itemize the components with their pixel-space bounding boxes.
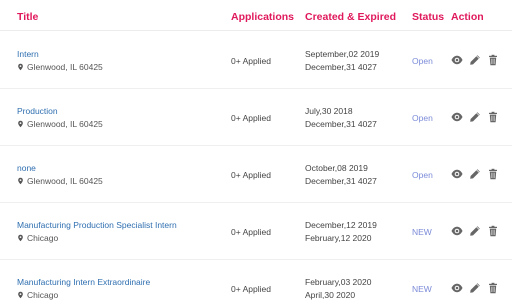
row-actions bbox=[451, 281, 499, 294]
applications-count: 0+ Applied bbox=[231, 227, 271, 237]
table-row: none Glenwood, IL 60425 0+ Applied October,… bbox=[0, 145, 512, 203]
table-header: Title Applications Created & Expired Sta… bbox=[0, 0, 512, 31]
expired-date: December,31 4027 bbox=[305, 62, 377, 72]
job-location: Glenwood, IL 60425 bbox=[17, 62, 103, 72]
status-badge: NEW bbox=[412, 227, 432, 237]
eye-icon[interactable] bbox=[451, 281, 463, 293]
location-text: Chicago bbox=[27, 233, 59, 243]
header-dates: Created & Expired bbox=[305, 11, 397, 23]
location-text: Glenwood, IL 60425 bbox=[27, 119, 103, 129]
eye-icon[interactable] bbox=[451, 53, 463, 65]
applications-count: 0+ Applied bbox=[231, 284, 271, 294]
map-pin-icon bbox=[17, 119, 24, 129]
created-date: February,03 2020 bbox=[305, 277, 372, 287]
trash-icon[interactable] bbox=[487, 281, 499, 294]
location-text: Glenwood, IL 60425 bbox=[27, 176, 103, 186]
table-row: Production Glenwood, IL 60425 0+ Applied Ju… bbox=[0, 88, 512, 146]
expired-date: February,12 2020 bbox=[305, 233, 372, 243]
eye-icon[interactable] bbox=[451, 224, 463, 236]
created-date: October,08 2019 bbox=[305, 163, 368, 173]
applications-count: 0+ Applied bbox=[231, 170, 271, 180]
row-actions bbox=[451, 53, 499, 66]
location-text: Chicago bbox=[27, 290, 59, 300]
created-date: December,12 2019 bbox=[305, 220, 377, 230]
map-pin-icon bbox=[17, 233, 24, 243]
job-title-link[interactable]: Intern bbox=[17, 49, 39, 59]
applications-count: 0+ Applied bbox=[231, 113, 271, 123]
table-row: Intern Glenwood, IL 60425 0+ Applied Septem… bbox=[0, 31, 512, 89]
location-text: Glenwood, IL 60425 bbox=[27, 62, 103, 72]
trash-icon[interactable] bbox=[487, 224, 499, 237]
pencil-icon[interactable] bbox=[469, 167, 481, 179]
status-badge: Open bbox=[412, 56, 433, 66]
expired-date: April,30 2020 bbox=[305, 290, 356, 300]
map-pin-icon bbox=[17, 290, 24, 300]
expired-date: December,31 4027 bbox=[305, 176, 377, 186]
job-title-link[interactable]: none bbox=[17, 163, 36, 173]
job-location: Chicago bbox=[17, 233, 58, 243]
header-applications: Applications bbox=[231, 11, 295, 23]
header-title: Title bbox=[17, 11, 39, 23]
jobs-table: Title Applications Created & Expired Sta… bbox=[0, 0, 512, 307]
job-location: Chicago bbox=[17, 290, 58, 300]
eye-icon[interactable] bbox=[451, 167, 463, 179]
trash-icon[interactable] bbox=[487, 167, 499, 180]
pencil-icon[interactable] bbox=[469, 53, 481, 65]
job-location: Glenwood, IL 60425 bbox=[17, 119, 103, 129]
row-actions bbox=[451, 224, 499, 237]
eye-icon[interactable] bbox=[451, 110, 463, 122]
header-action: Action bbox=[451, 11, 484, 23]
job-title-link[interactable]: Manufacturing Intern Extraordinaire bbox=[17, 277, 150, 287]
job-location: Glenwood, IL 60425 bbox=[17, 176, 103, 186]
status-badge: NEW bbox=[412, 284, 432, 294]
applications-count: 0+ Applied bbox=[231, 56, 271, 66]
trash-icon[interactable] bbox=[487, 53, 499, 66]
table-row: Manufacturing Production Specialist Inte… bbox=[0, 202, 512, 260]
job-title-link[interactable]: Manufacturing Production Specialist Inte… bbox=[17, 220, 177, 230]
status-badge: Open bbox=[412, 170, 433, 180]
row-actions bbox=[451, 110, 499, 123]
pencil-icon[interactable] bbox=[469, 281, 481, 293]
expired-date: December,31 4027 bbox=[305, 119, 377, 129]
table-row: Manufacturing Intern Extraordinaire Chica… bbox=[0, 259, 512, 307]
pencil-icon[interactable] bbox=[469, 224, 481, 236]
header-status: Status bbox=[412, 11, 445, 23]
status-badge: Open bbox=[412, 113, 433, 123]
pencil-icon[interactable] bbox=[469, 110, 481, 122]
map-pin-icon bbox=[17, 62, 24, 72]
job-title-link[interactable]: Production bbox=[17, 106, 58, 116]
trash-icon[interactable] bbox=[487, 110, 499, 123]
created-date: July,30 2018 bbox=[305, 106, 353, 116]
row-actions bbox=[451, 167, 499, 180]
created-date: September,02 2019 bbox=[305, 49, 380, 59]
map-pin-icon bbox=[17, 176, 24, 186]
